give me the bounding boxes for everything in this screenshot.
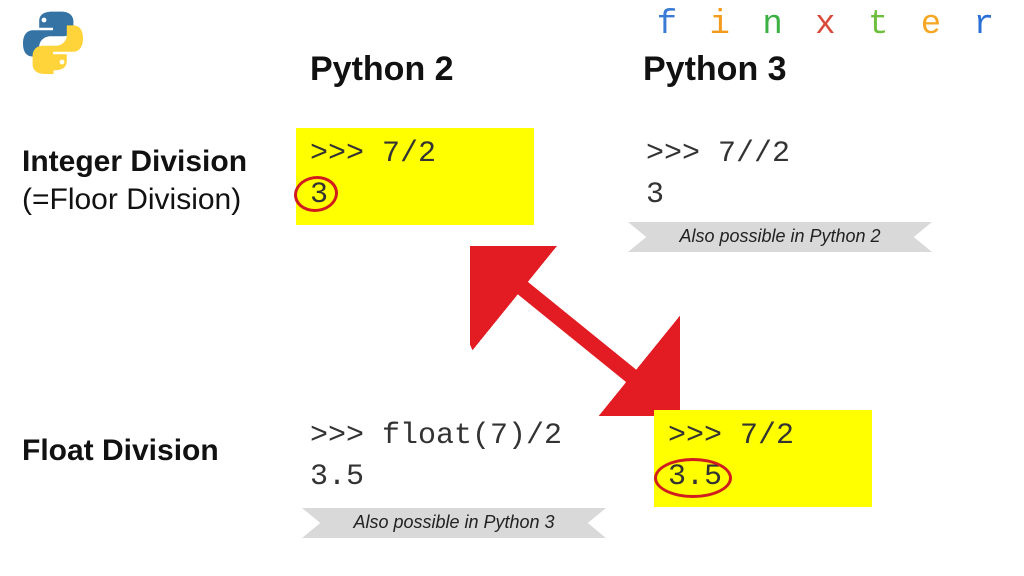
note-also-python3: Also possible in Python 3 — [302, 508, 606, 538]
code-float-division-python2: >>> float(7)/2 3.5 — [296, 410, 616, 507]
result-circle-icon — [654, 458, 732, 498]
python-logo — [20, 8, 86, 74]
column-header-python2: Python 2 — [310, 50, 454, 89]
row-title: Integer Division — [22, 145, 247, 178]
finxter-letter: f — [657, 6, 683, 44]
row-subtitle: (=Floor Division) — [22, 183, 241, 216]
finxter-letter: x — [815, 6, 841, 44]
code-integer-division-python2: >>> 7/2 3 — [296, 128, 534, 225]
column-header-python3: Python 3 — [643, 50, 787, 89]
finxter-letter: i — [710, 6, 736, 44]
finxter-letter: e — [921, 6, 947, 44]
finxter-letter: n — [762, 6, 788, 44]
row-title: Float Division — [22, 434, 219, 467]
finxter-logo: f i n x t e r — [657, 6, 1000, 44]
slide: f i n x t e r Python 2 Python 3 Integer … — [0, 0, 1024, 576]
finxter-letter: r — [974, 6, 1000, 44]
row-label-float-division: Float Division — [22, 432, 219, 470]
row-label-integer-division: Integer Division (=Floor Division) — [22, 143, 247, 218]
swap-arrow-icon — [470, 246, 680, 416]
finxter-letter: t — [868, 6, 894, 44]
code-integer-division-python3: >>> 7//2 3 — [632, 128, 872, 225]
note-also-python2: Also possible in Python 2 — [628, 222, 932, 252]
